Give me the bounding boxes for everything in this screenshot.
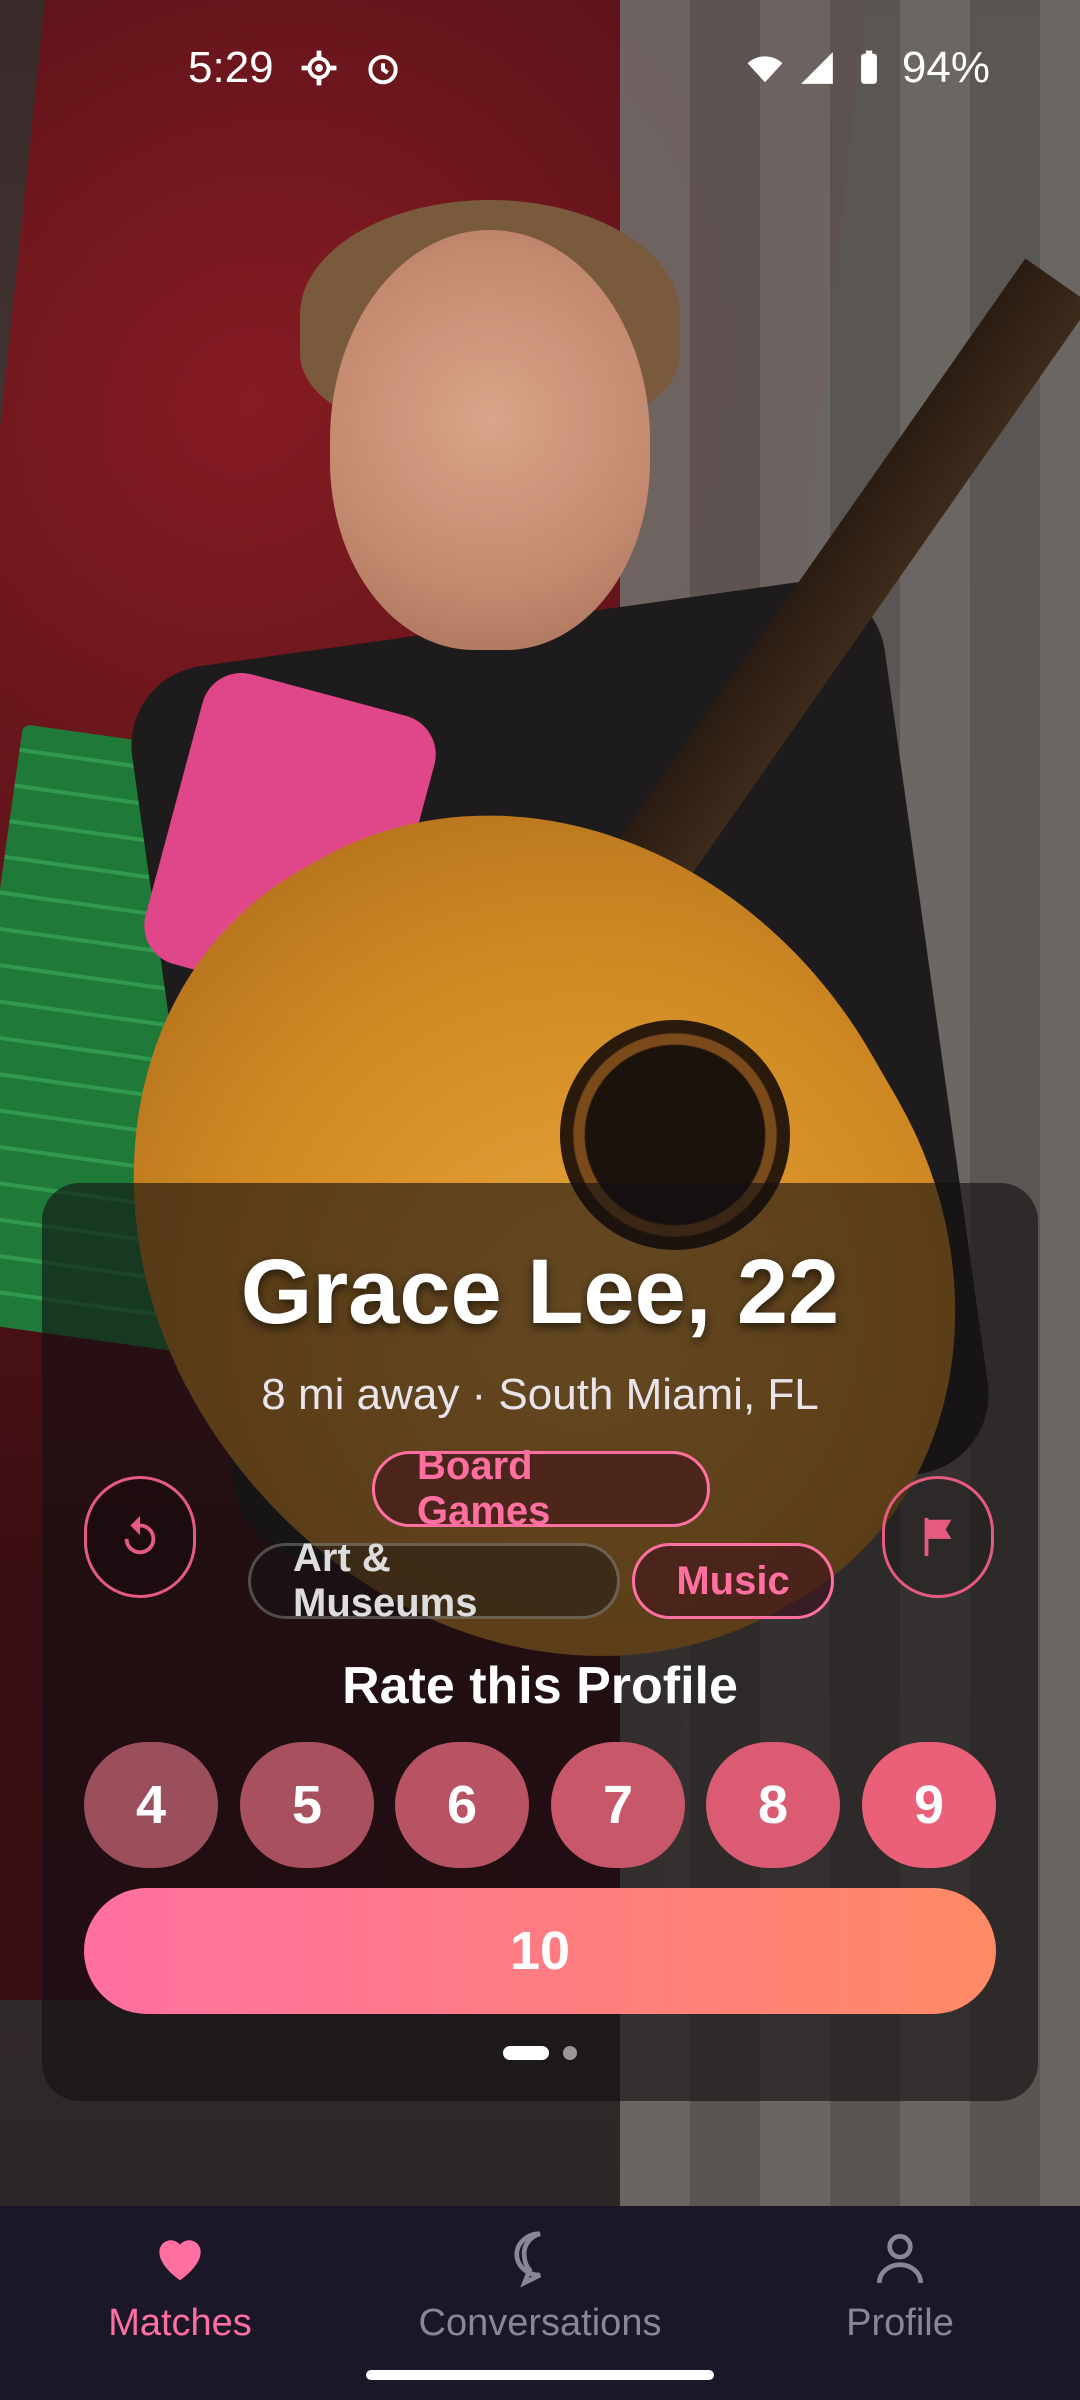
person-icon — [877, 2234, 923, 2284]
undo-icon — [124, 1515, 156, 1555]
rating-button-5[interactable]: 5 — [240, 1742, 374, 1868]
status-bar: 5:29 94% — [0, 0, 1080, 136]
profile-name-age: Grace Lee, 22 — [240, 1241, 840, 1343]
settings-gear-icon — [301, 50, 337, 86]
interest-chip[interactable]: Music — [632, 1543, 834, 1619]
rating-button-10[interactable]: 10 — [84, 1888, 996, 2014]
rating-button-9[interactable]: 9 — [862, 1742, 996, 1868]
heart-icon — [159, 2240, 201, 2281]
face — [330, 230, 650, 650]
nav-conversations-label: Conversations — [418, 2302, 662, 2344]
battery-icon — [861, 50, 877, 84]
rewind-button[interactable] — [84, 1476, 196, 1598]
interest-chip[interactable]: Board Games — [372, 1444, 710, 1533]
battery-percent: 94% — [901, 43, 990, 92]
flag-icon — [924, 1517, 952, 1557]
chat-bubble-icon — [514, 2231, 542, 2288]
nav-conversations[interactable]: Conversations — [360, 2226, 720, 2345]
status-time: 5:29 — [188, 43, 274, 92]
nav-matches[interactable]: Matches — [0, 2226, 360, 2345]
rating-button-6[interactable]: 6 — [395, 1742, 529, 1868]
photo-page-indicator — [0, 2046, 1080, 2060]
rating-button-8[interactable]: 8 — [706, 1742, 840, 1868]
nav-matches-label: Matches — [108, 2302, 252, 2344]
rate-title: Rate this Profile — [342, 1657, 738, 1715]
gesture-home-bar[interactable] — [366, 2370, 714, 2380]
nav-profile-label: Profile — [846, 2302, 954, 2344]
profile-distance-location: 8 mi away · South Miami, FL — [261, 1370, 819, 1419]
interest-chip[interactable]: Art & Museums — [248, 1536, 620, 1625]
nav-profile[interactable]: Profile — [720, 2226, 1080, 2345]
alarm-icon — [367, 54, 398, 85]
page-dot — [563, 2046, 577, 2060]
rating-button-4[interactable]: 4 — [84, 1742, 218, 1868]
rating-button-7[interactable]: 7 — [551, 1742, 685, 1868]
wifi-icon — [747, 56, 783, 83]
signal-icon — [801, 52, 833, 84]
page-dot-active — [503, 2046, 549, 2060]
report-button[interactable] — [882, 1476, 994, 1598]
